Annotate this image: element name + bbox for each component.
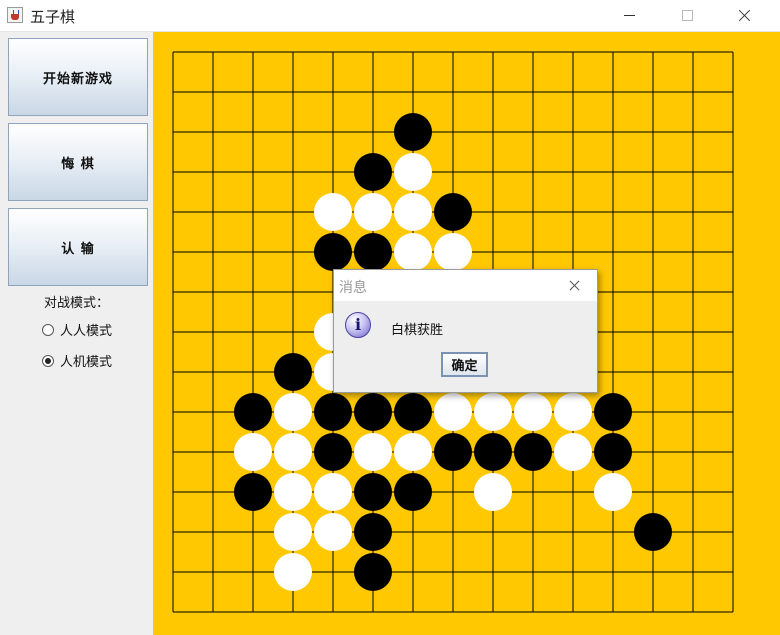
black-stone	[634, 513, 672, 551]
white-stone	[274, 433, 312, 471]
white-stone	[554, 433, 592, 471]
black-stone	[394, 393, 432, 431]
black-stone	[594, 393, 632, 431]
black-stone	[354, 233, 392, 271]
black-stone	[434, 193, 472, 231]
white-stone	[394, 153, 432, 191]
white-stone	[474, 473, 512, 511]
white-stone	[554, 393, 592, 431]
white-stone	[314, 193, 352, 231]
black-stone	[354, 513, 392, 551]
new-game-button[interactable]: 开始新游戏	[8, 38, 148, 116]
black-stone	[514, 433, 552, 471]
title-bar: 五子棋	[0, 0, 780, 32]
dialog-close-button[interactable]	[553, 270, 597, 301]
black-stone	[434, 433, 472, 471]
black-stone	[234, 473, 272, 511]
black-stone	[474, 433, 512, 471]
black-stone	[594, 433, 632, 471]
white-stone	[314, 513, 352, 551]
white-stone	[394, 433, 432, 471]
white-stone	[354, 433, 392, 471]
radio-circle[interactable]	[42, 323, 54, 336]
white-stone	[274, 513, 312, 551]
control-panel: 开始新游戏 悔 棋 认 输 对战模式： 人人模式 人机模式	[0, 32, 153, 635]
maximize-button[interactable]	[664, 0, 710, 31]
white-stone	[434, 393, 472, 431]
white-stone	[434, 233, 472, 271]
black-stone	[314, 233, 352, 271]
black-stone	[274, 353, 312, 391]
black-stone	[354, 473, 392, 511]
info-icon: i	[345, 312, 371, 338]
white-stone	[594, 473, 632, 511]
battle-mode-label: 对战模式：	[44, 296, 110, 311]
radio-pve-label: 人机模式	[60, 355, 113, 370]
radio-pvp[interactable]: 人人模式	[42, 320, 112, 339]
white-stone	[354, 193, 392, 231]
white-stone	[394, 233, 432, 271]
black-stone	[354, 553, 392, 591]
dialog-title-bar: 消息	[334, 270, 597, 301]
black-stone	[314, 433, 352, 471]
resign-button[interactable]: 认 输	[8, 208, 148, 286]
dialog-title: 消息	[339, 280, 367, 296]
black-stone	[394, 473, 432, 511]
radio-circle-selected[interactable]	[42, 354, 54, 367]
white-stone	[234, 433, 272, 471]
close-button[interactable]	[722, 0, 768, 31]
white-stone	[274, 393, 312, 431]
ok-button[interactable]: 确定	[441, 352, 488, 377]
white-stone	[394, 193, 432, 231]
radio-pve[interactable]: 人机模式	[42, 351, 112, 370]
java-icon	[7, 7, 23, 23]
undo-button[interactable]: 悔 棋	[8, 123, 148, 201]
white-stone	[274, 473, 312, 511]
white-stone	[514, 393, 552, 431]
message-dialog: 消息 i 白棋获胜 确定	[333, 269, 598, 393]
black-stone	[354, 153, 392, 191]
black-stone	[354, 393, 392, 431]
window-title: 五子棋	[30, 8, 76, 26]
white-stone	[474, 393, 512, 431]
radio-pvp-label: 人人模式	[60, 324, 113, 339]
black-stone	[394, 113, 432, 151]
black-stone	[314, 393, 352, 431]
minimize-button[interactable]	[606, 0, 652, 31]
black-stone	[234, 393, 272, 431]
white-stone	[314, 473, 352, 511]
dialog-message: 白棋获胜	[391, 323, 444, 338]
white-stone	[274, 553, 312, 591]
